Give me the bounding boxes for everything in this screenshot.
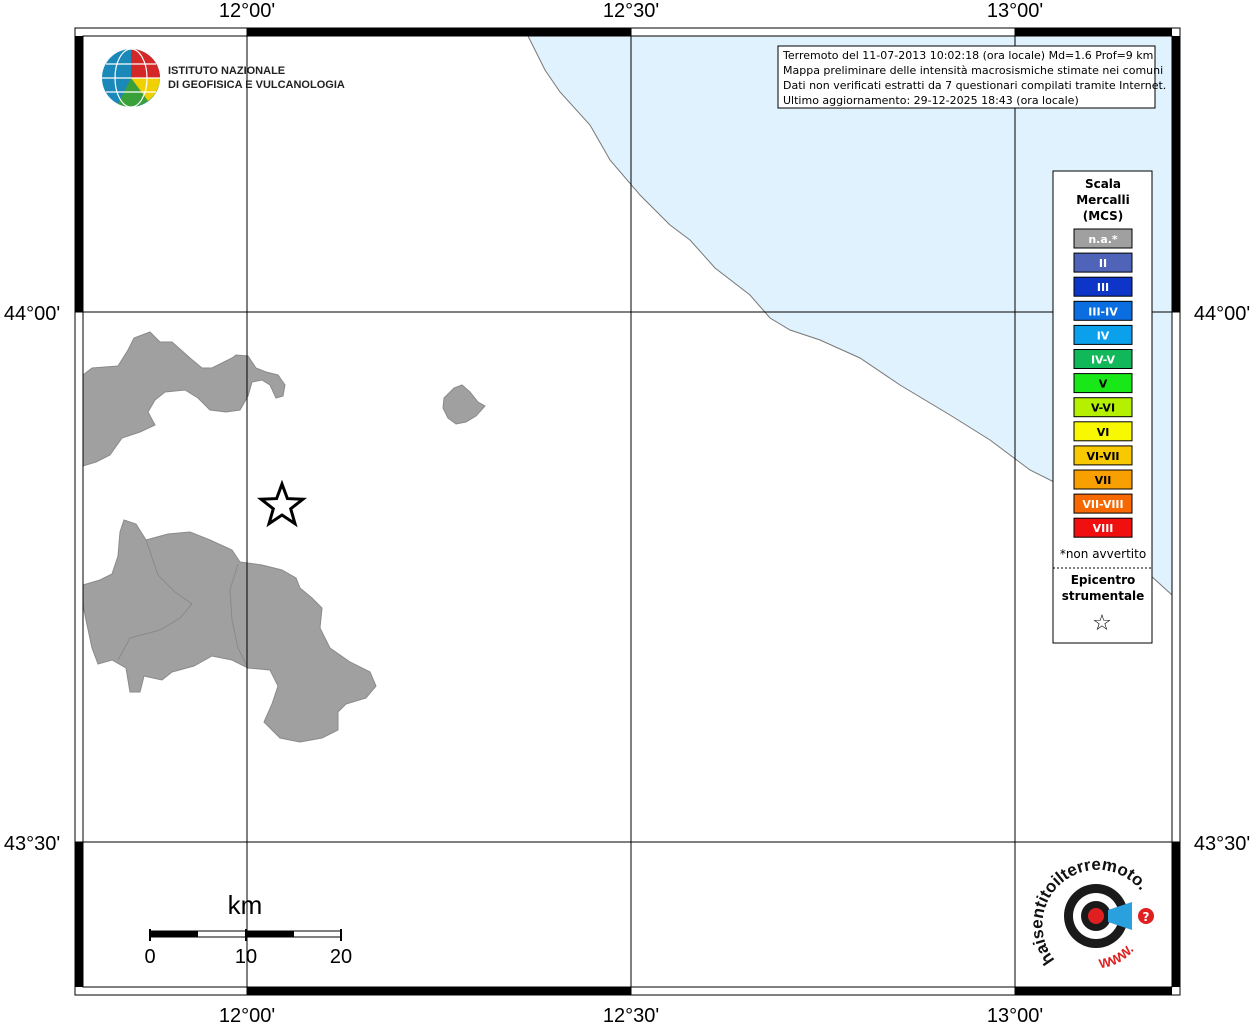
legend-title-line: Scala	[1085, 177, 1121, 191]
legend-epicenter-line: strumentale	[1062, 589, 1145, 603]
scale-label: 20	[330, 946, 352, 968]
tick-label-right: 43°30'	[1194, 833, 1250, 855]
info-line-updated: Ultimo aggiornamento: 29-12-2025 18:43 (…	[783, 94, 1079, 107]
globe-icon	[102, 48, 160, 108]
info-line-description: Mappa preliminare delle intensità macros…	[783, 64, 1163, 77]
legend-item-label: IV-V	[1091, 354, 1116, 367]
legend-item-label: IV	[1097, 329, 1110, 342]
legend-item-label: VII	[1095, 474, 1112, 487]
info-line-source: Dati non verificati estratti da 7 questi…	[783, 79, 1166, 92]
info-line-event: Terremoto del 11-07-2013 10:02:18 (ora l…	[782, 49, 1153, 62]
scale-label: 0	[144, 946, 155, 968]
intensity-map: 12°00' 12°30' 13°00' 12°00' 12°30' 13°00…	[0, 0, 1250, 1024]
tick-label-right: 44°00'	[1194, 303, 1250, 325]
tick-label-top: 12°00'	[219, 0, 275, 22]
scale-label: 10	[235, 946, 257, 968]
scale-unit: km	[228, 890, 263, 920]
legend-item-label: n.a.*	[1088, 233, 1118, 246]
legend-note: *non avvertito	[1060, 547, 1146, 561]
tick-label-bottom: 12°30'	[603, 1005, 659, 1024]
legend-title-line: Mercalli	[1076, 193, 1130, 207]
tick-label-left: 44°00'	[4, 303, 60, 325]
tick-label-top: 13°00'	[987, 0, 1043, 22]
legend-item-label: V-VI	[1091, 402, 1115, 415]
legend-item-label: VI	[1097, 426, 1110, 439]
legend-star-icon: ☆	[1092, 611, 1112, 636]
legend-title-line: (MCS)	[1083, 209, 1124, 223]
legend-item-label: VII-VIII	[1082, 498, 1123, 511]
legend-item-label: V	[1099, 378, 1108, 391]
tick-label-top: 12°30'	[603, 0, 659, 22]
legend-item-label: III-IV	[1088, 305, 1118, 318]
ingv-logo-line1: ISTITUTO NAZIONALE	[168, 65, 285, 77]
legend-item-label: III	[1097, 281, 1109, 294]
tick-label-bottom: 13°00'	[987, 1005, 1043, 1024]
tick-label-left: 43°30'	[4, 833, 60, 855]
legend-item-label: VI-VII	[1086, 450, 1119, 463]
hsit-question: ?	[1143, 910, 1150, 924]
info-box: Terremoto del 11-07-2013 10:02:18 (ora l…	[777, 45, 1166, 109]
legend-item-label: II	[1099, 257, 1107, 270]
legend-item-label: VIII	[1093, 522, 1114, 535]
mcs-legend: Scala Mercalli (MCS) n.a.*IIIIIIII-IVIVI…	[1052, 170, 1153, 644]
legend-epicenter-line: Epicentro	[1071, 573, 1136, 587]
tick-label-bottom: 12°00'	[219, 1005, 275, 1024]
ingv-logo-line2: DI GEOFISICA E VULCANOLOGIA	[168, 79, 345, 91]
